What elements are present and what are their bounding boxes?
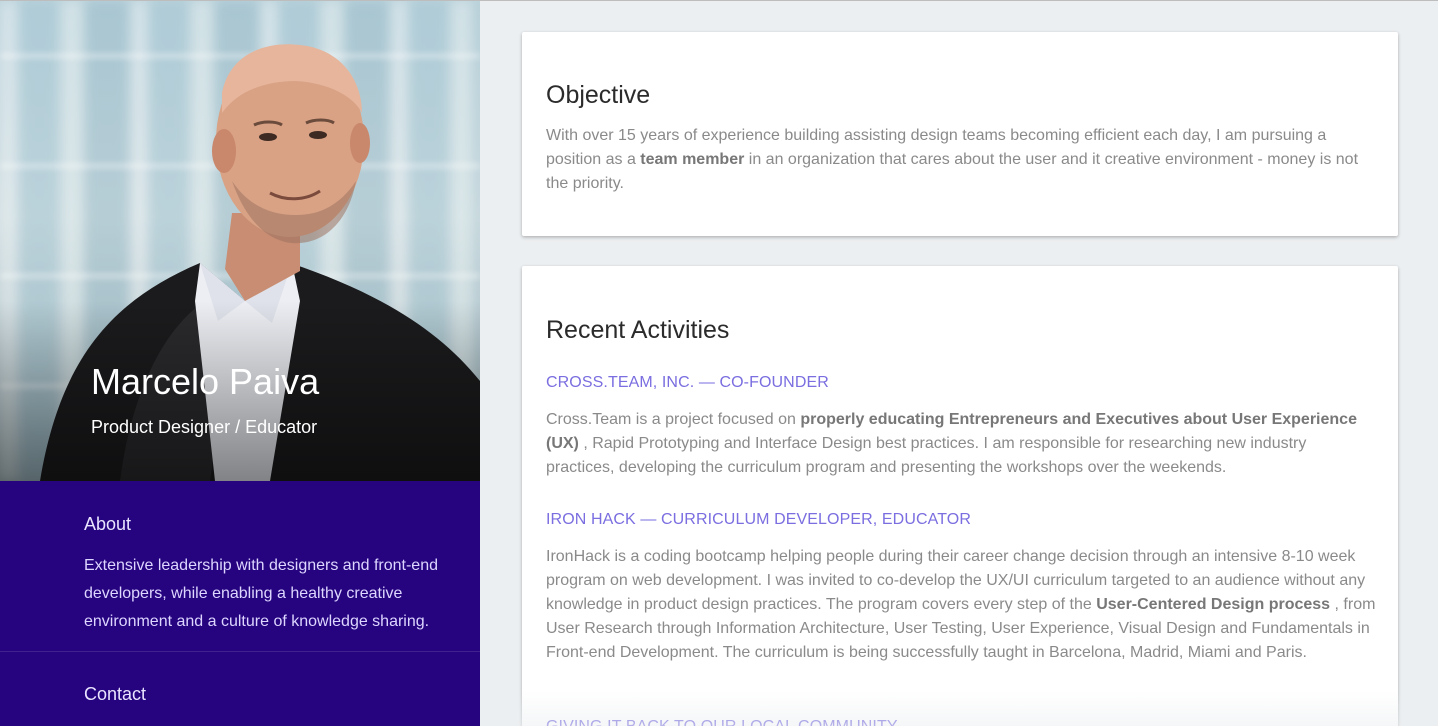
activity-heading-crossteam[interactable]: CROSS.TEAM, INC. — CO-FOUNDER: [546, 374, 829, 392]
activity-heading-ironhack[interactable]: IRON HACK — CURRICULUM DEVELOPER, EDUCAT…: [546, 511, 971, 529]
about-text: Extensive leadership with designers and …: [84, 557, 438, 630]
profile-name: Marcelo Paiva: [91, 361, 320, 402]
objective-title: Objective: [546, 81, 651, 109]
activity-text-ironhack: IronHack is a coding bootcamp helping pe…: [546, 545, 1376, 665]
activity-text-part: , Rapid Prototyping and Interface Design…: [546, 435, 1307, 476]
activity-text-crossteam: Cross.Team is a project focused on prope…: [546, 408, 1376, 480]
objective-text-bold: team member: [640, 151, 745, 168]
about-title: About: [84, 514, 132, 534]
profile-sidebar: Marcelo Paiva Product Designer / Educato…: [0, 1, 480, 726]
activity-text-part: Cross.Team is a project focused on: [546, 411, 801, 428]
activity-text-bold: User-Centered Design process: [1096, 596, 1331, 613]
activities-title: Recent Activities: [546, 316, 730, 344]
profile-hero: Marcelo Paiva Product Designer / Educato…: [0, 1, 480, 481]
objective-card: Objective With over 15 years of experien…: [522, 32, 1398, 236]
contact-title: Contact: [84, 684, 147, 704]
activity-heading-community[interactable]: GIVING IT BACK TO OUR LOCAL COMMUNITY: [546, 718, 898, 726]
sidebar-divider: [0, 651, 480, 652]
profile-role: Product Designer / Educator: [91, 417, 318, 437]
activities-card: Recent Activities CROSS.TEAM, INC. — CO-…: [522, 266, 1398, 726]
objective-text: With over 15 years of experience buildin…: [546, 124, 1376, 196]
